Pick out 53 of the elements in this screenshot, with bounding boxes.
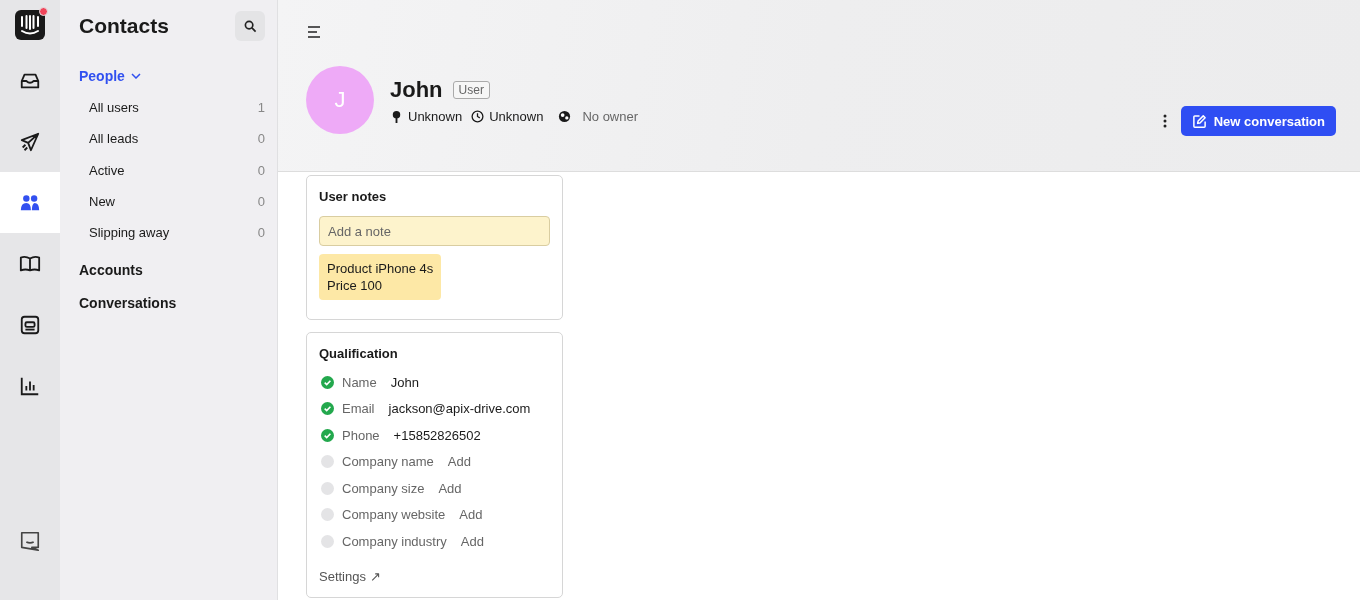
segment-count: 0 [257,225,265,241]
card-icon [19,313,41,336]
add-link[interactable]: Add [447,454,471,470]
role-tag: User [452,80,490,99]
contact-name: John [390,76,443,103]
pin-icon [390,109,403,123]
field-label: Company name [342,454,434,470]
segment-count: 0 [257,162,265,178]
segment-count: 1 [257,100,265,116]
chevron-icon [130,73,141,79]
nav-link[interactable]: Conversations [79,291,265,315]
field-label: Company website [342,507,446,523]
segment-link[interactable]: Active [89,162,125,178]
nav-link[interactable]: Accounts [79,258,265,282]
panel-title: Contacts [79,14,169,38]
field-label: Phone [342,427,380,443]
compose-icon [1191,113,1207,129]
sticky-note: Product iPhone 4s Price 100 [319,254,442,300]
field-value[interactable]: +15852826502 [393,427,481,443]
menu-icon[interactable] [306,24,322,40]
location-text: Unknown [408,108,463,124]
segment-link[interactable]: All leads [89,131,139,147]
field-label: Email [342,401,375,417]
field-value[interactable]: John [390,374,419,390]
segment-link[interactable]: Slipping away [89,225,170,241]
field-label: Name [342,374,377,390]
app-logo-icon[interactable] [15,10,45,40]
paper-plane-icon [19,130,41,153]
chat-bubble-icon[interactable] [19,530,41,552]
note-input-field[interactable]: Add a note [319,216,550,246]
section-toggle[interactable]: People [79,67,141,85]
add-link[interactable]: Add [438,480,462,496]
local-time-text: Unknown [489,108,544,124]
field-label: Company size [342,480,425,496]
segment-count: 0 [257,194,265,210]
search-icon [243,19,257,33]
add-link[interactable]: Add [459,507,483,523]
settings-link[interactable]: Settings ↗ [319,568,381,584]
owner-text[interactable]: No owner [582,108,639,124]
more-icon[interactable] [1162,114,1167,128]
owner-icon [558,109,572,123]
add-link[interactable]: Add [460,533,484,549]
segment-link[interactable]: All users [89,100,139,116]
field-value[interactable]: jackson@apix-drive.com [388,401,531,417]
segment-count: 0 [257,131,265,147]
segment-link[interactable]: New [89,194,115,210]
card-title: User notes [319,189,388,204]
new-conversation-button[interactable]: New conversation [1180,106,1336,136]
card-title: Qualification [319,346,399,361]
clock-icon [471,109,485,123]
avatar: J [306,66,374,134]
search-button[interactable] [235,11,265,41]
field-label: Company industry [342,533,447,549]
